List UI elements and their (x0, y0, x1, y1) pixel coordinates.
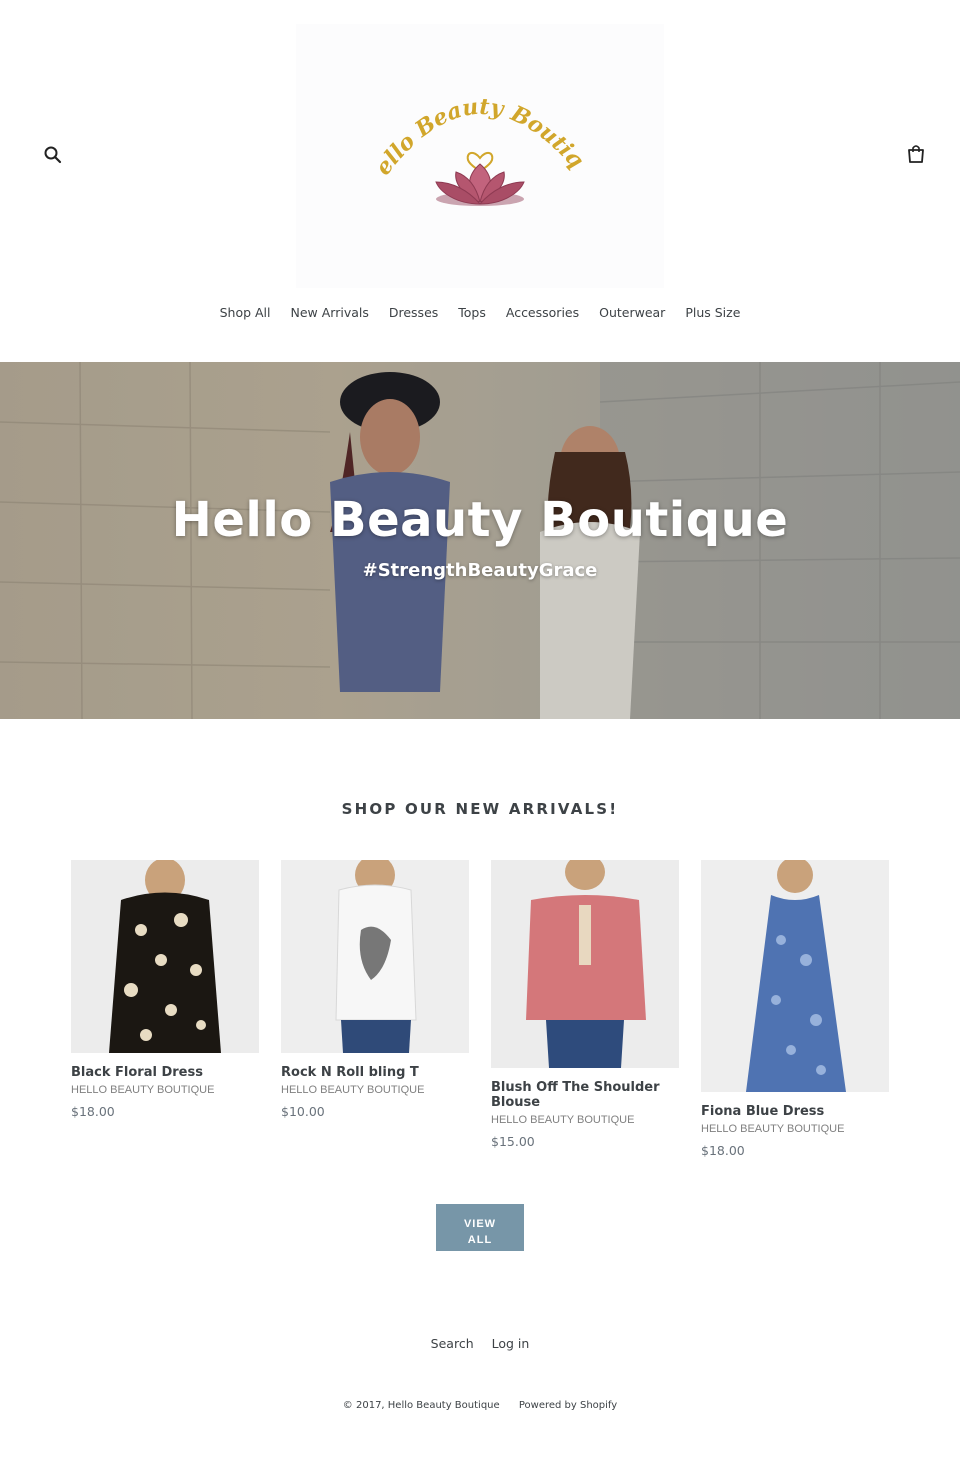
product-card-fiona-blue-dress[interactable]: Fiona Blue Dress HELLO BEAUTY BOUTIQUE $… (701, 860, 889, 1158)
site-logo[interactable]: Hello Beauty Boutique (296, 24, 664, 288)
view-all-label-line1: VIEW (463, 1217, 497, 1230)
product-card-black-floral-dress[interactable]: Black Floral Dress HELLO BEAUTY BOUTIQUE… (71, 860, 259, 1119)
product-card-blush-off-the-shoulder-blouse[interactable]: Blush Off The Shoulder Blouse HELLO BEAU… (491, 860, 679, 1149)
nav-item-tops[interactable]: Tops (458, 305, 486, 320)
nav-item-dresses[interactable]: Dresses (389, 305, 438, 320)
product-vendor: HELLO BEAUTY BOUTIQUE (701, 1123, 845, 1135)
nav-item-new-arrivals[interactable]: New Arrivals (291, 305, 369, 320)
hero-banner: Hello Beauty Boutique #StrengthBeautyGra… (0, 362, 960, 719)
hero-title: Hello Beauty Boutique (171, 492, 789, 548)
cart-icon[interactable] (905, 143, 927, 165)
nav-item-accessories[interactable]: Accessories (506, 305, 579, 320)
lotus-icon (435, 163, 525, 206)
product-price: $18.00 (71, 1104, 115, 1119)
footer-link-search[interactable]: Search (431, 1336, 474, 1351)
product-vendor: HELLO BEAUTY BOUTIQUE (71, 1084, 215, 1096)
product-price: $15.00 (491, 1134, 535, 1149)
product-vendor: HELLO BEAUTY BOUTIQUE (491, 1114, 635, 1126)
nav-item-shop-all[interactable]: Shop All (220, 305, 271, 320)
product-image[interactable] (281, 860, 469, 1053)
view-all-label-line2: ALL (467, 1233, 493, 1246)
product-name[interactable]: Black Floral Dress (71, 1065, 259, 1080)
footer-link-log-in[interactable]: Log in (492, 1336, 530, 1351)
product-image[interactable] (701, 860, 889, 1092)
product-card-rock-n-roll-bling-t[interactable]: Rock N Roll bling T HELLO BEAUTY BOUTIQU… (281, 860, 469, 1119)
logo-wordmark: Hello Beauty Boutique (296, 24, 589, 180)
section-title: SHOP OUR NEW ARRIVALS! (341, 800, 619, 818)
nav-item-outerwear[interactable]: Outerwear (599, 305, 665, 320)
product-name[interactable]: Blush Off The Shoulder Blouse (491, 1080, 679, 1110)
footer-meta: © 2017, Hello Beauty Boutique Powered by… (0, 1400, 960, 1411)
site-header: Hello Beauty Boutique Shop All New Arriv… (0, 0, 960, 362)
powered-by-link[interactable]: Powered by Shopify (519, 1400, 617, 1411)
main-nav: Shop All New Arrivals Dresses Tops Acces… (0, 305, 960, 320)
footer-links: Search Log in (0, 1336, 960, 1351)
copyright: © 2017, Hello Beauty Boutique (342, 1400, 500, 1411)
nav-item-plus-size[interactable]: Plus Size (685, 305, 740, 320)
view-all-button[interactable]: VIEW ALL (436, 1204, 524, 1251)
product-name[interactable]: Rock N Roll bling T (281, 1065, 469, 1080)
product-price: $10.00 (281, 1104, 325, 1119)
search-icon[interactable] (42, 144, 64, 166)
product-price: $18.00 (701, 1143, 745, 1158)
product-vendor: HELLO BEAUTY BOUTIQUE (281, 1084, 425, 1096)
product-image[interactable] (71, 860, 259, 1053)
product-image[interactable] (491, 860, 679, 1068)
product-name[interactable]: Fiona Blue Dress (701, 1104, 889, 1119)
hero-subtitle: #StrengthBeautyGrace (362, 560, 598, 581)
